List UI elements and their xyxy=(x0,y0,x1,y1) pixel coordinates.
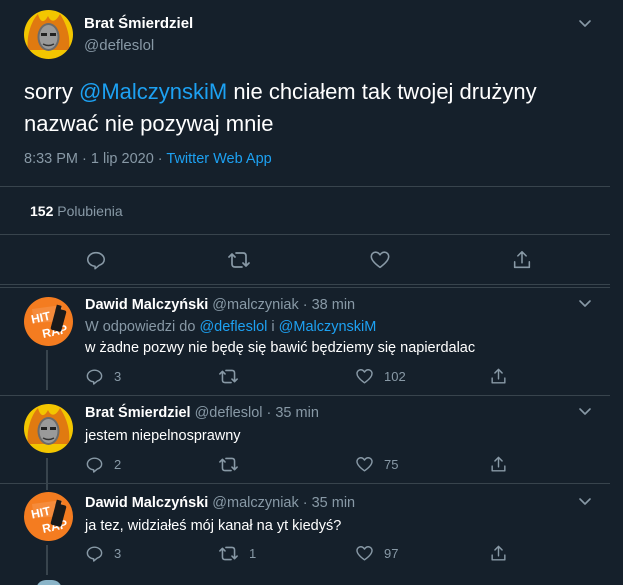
reply-count: 2 xyxy=(114,457,122,472)
reply-button[interactable]: 2 xyxy=(85,455,121,474)
reply-text: w żadne pozwy nie będę się bawić będziem… xyxy=(85,340,476,356)
reply-handle[interactable]: @malczyniak xyxy=(212,495,298,511)
reply-count: 3 xyxy=(114,546,122,561)
thread-line xyxy=(46,545,48,575)
reply-author[interactable]: Dawid Malczyński @malczyniak · 38 min xyxy=(85,297,355,313)
divider xyxy=(0,395,610,396)
like-count: 102 xyxy=(384,369,406,384)
chevron-down-icon[interactable] xyxy=(576,492,594,510)
reply-to-join: i xyxy=(267,319,279,335)
share-icon xyxy=(513,250,531,269)
tweet-text-before: sorry xyxy=(24,79,79,104)
scrollbar[interactable] xyxy=(610,0,623,585)
retweet-button[interactable] xyxy=(218,455,249,474)
reply-button[interactable]: 3 xyxy=(85,367,121,386)
reply-handle[interactable]: @defleslol xyxy=(195,405,263,421)
like-button[interactable]: 102 xyxy=(355,367,406,386)
reply-to-line: W odpowiedzi do @defleslol i @Malczynski… xyxy=(85,319,376,335)
share-icon xyxy=(491,368,506,384)
author-handle[interactable]: @defleslol xyxy=(84,37,154,54)
likes-summary[interactable]: 152 Polubienia xyxy=(30,203,123,219)
divider xyxy=(0,287,610,288)
share-button[interactable] xyxy=(511,249,533,271)
tweet-text: sorry @MalczynskiM nie chciałem tak twoj… xyxy=(24,76,584,140)
share-icon xyxy=(491,456,506,472)
author-name[interactable]: Brat Śmierdziel xyxy=(84,15,193,32)
retweet-button[interactable]: 1 xyxy=(218,544,256,563)
reply-to-prefix: W odpowiedzi do xyxy=(85,319,200,335)
tweet-thread: Brat Śmierdziel @defleslol sorry @Malczy… xyxy=(0,0,610,585)
like-icon xyxy=(356,546,373,561)
avatar[interactable] xyxy=(24,10,73,59)
reply-button[interactable]: 3 xyxy=(85,544,121,563)
tweet-source[interactable]: Twitter Web App xyxy=(166,151,271,167)
retweet-icon xyxy=(228,252,250,268)
avatar[interactable] xyxy=(24,404,73,453)
reply-text: ja tez, widziałeś mój kanał na yt kiedyś… xyxy=(85,518,342,534)
reply-icon xyxy=(86,546,103,562)
like-button[interactable]: 75 xyxy=(355,455,398,474)
reply-icon xyxy=(86,369,103,385)
reply-author-name[interactable]: Brat Śmierdziel xyxy=(85,405,191,421)
share-button[interactable] xyxy=(489,544,508,563)
reply-handle[interactable]: @malczyniak xyxy=(212,297,298,313)
reply-author[interactable]: Brat Śmierdziel @defleslol · 35 min xyxy=(85,405,319,421)
reply-count: 3 xyxy=(114,369,122,384)
thread-line xyxy=(46,458,48,490)
retweet-button[interactable] xyxy=(227,249,251,271)
retweet-button[interactable] xyxy=(218,367,249,386)
retweet-icon xyxy=(219,457,238,472)
divider xyxy=(0,284,610,285)
retweet-count: 1 xyxy=(249,546,257,561)
reply-author-name[interactable]: Dawid Malczyński xyxy=(85,297,208,313)
reply-author-name[interactable]: Dawid Malczyński xyxy=(85,495,208,511)
avatar[interactable]: HIT RAP xyxy=(24,297,73,346)
share-icon xyxy=(491,545,506,561)
tweet-time[interactable]: 8:33 PM · 1 lip 2020 · xyxy=(24,151,166,167)
divider xyxy=(0,234,610,235)
retweet-icon xyxy=(219,546,238,561)
tweet-meta: 8:33 PM · 1 lip 2020 · Twitter Web App xyxy=(24,151,272,167)
thread-line xyxy=(46,350,48,390)
like-icon xyxy=(370,251,390,269)
reply-icon xyxy=(86,251,106,270)
chevron-down-icon[interactable] xyxy=(576,402,594,420)
reply-to-mention-2[interactable]: @MalczynskiM xyxy=(279,319,377,335)
like-icon xyxy=(356,369,373,384)
reply-to-mention-1[interactable]: @defleslol xyxy=(199,319,267,335)
retweet-icon xyxy=(219,369,238,384)
reply-time[interactable]: · 38 min xyxy=(303,297,355,313)
share-button[interactable] xyxy=(489,367,508,386)
chevron-down-icon[interactable] xyxy=(576,14,594,32)
reply-text: jestem niepelnosprawny xyxy=(85,428,241,444)
reply-button[interactable] xyxy=(85,249,107,271)
mention-link[interactable]: @MalczynskiM xyxy=(79,79,227,104)
likes-label: Polubienia xyxy=(57,203,123,219)
reply-author[interactable]: Dawid Malczyński @malczyniak · 35 min xyxy=(85,495,355,511)
reply-icon xyxy=(86,457,103,473)
like-icon xyxy=(356,457,373,472)
share-button[interactable] xyxy=(489,455,508,474)
like-count: 97 xyxy=(384,546,399,561)
like-count: 75 xyxy=(384,457,399,472)
next-avatar-peek xyxy=(36,580,62,585)
like-button[interactable] xyxy=(369,249,391,271)
like-button[interactable]: 97 xyxy=(355,544,398,563)
chevron-down-icon[interactable] xyxy=(576,294,594,312)
avatar[interactable]: HIT RAP xyxy=(24,492,73,541)
likes-count: 152 xyxy=(30,203,54,219)
reply-time[interactable]: · 35 min xyxy=(267,405,319,421)
divider xyxy=(0,186,610,187)
divider xyxy=(0,483,610,484)
reply-time[interactable]: · 35 min xyxy=(303,495,355,511)
